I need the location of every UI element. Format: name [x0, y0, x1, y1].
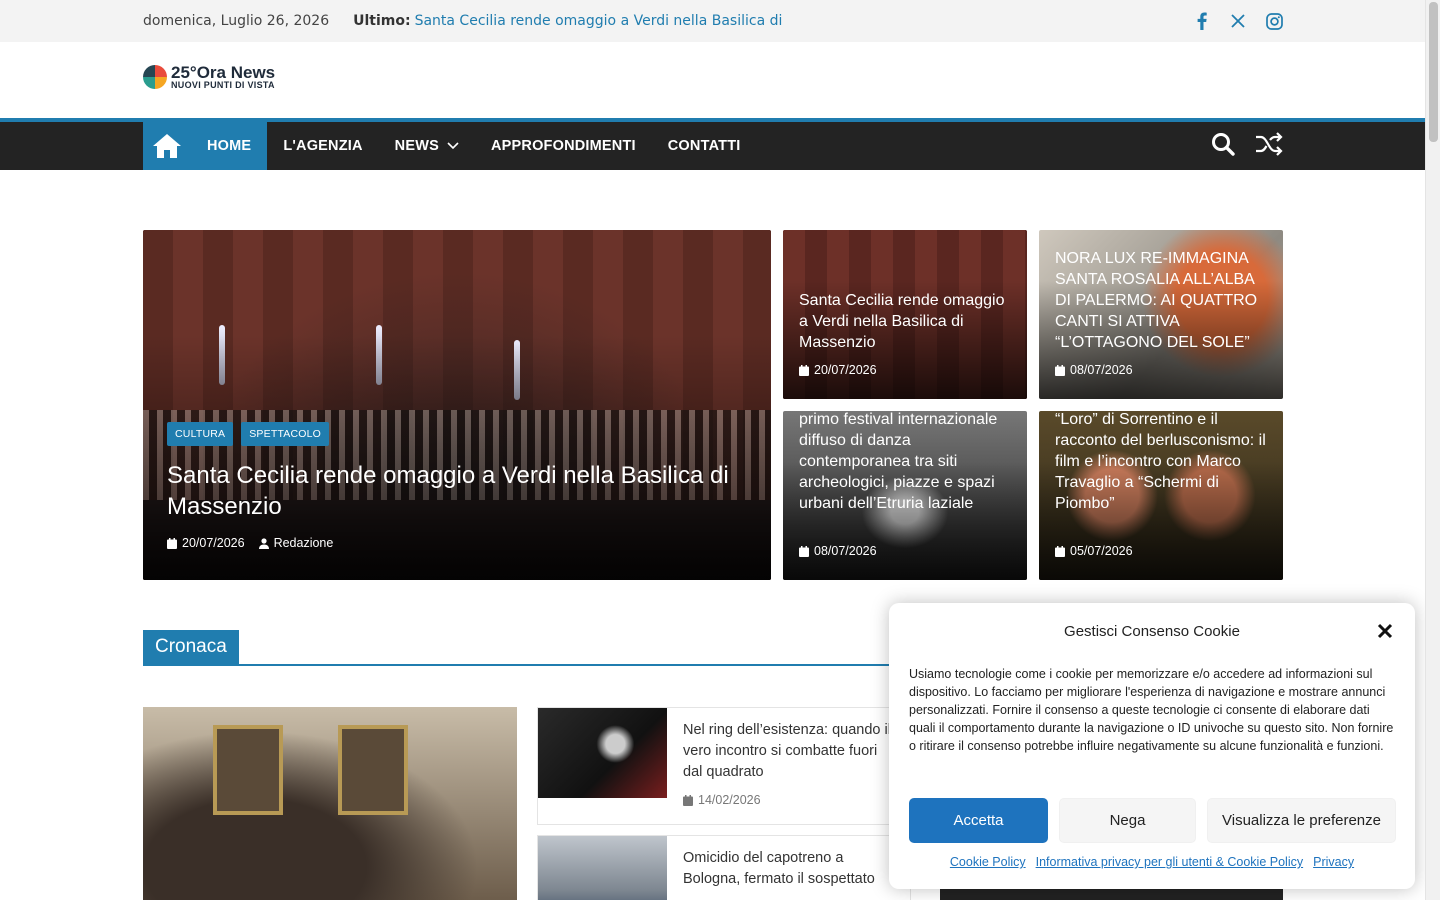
nav-item-agenzia[interactable]: L'AGENZIA	[267, 122, 378, 170]
featured-small-date[interactable]: 05/07/2026	[1070, 544, 1133, 558]
social-links	[1193, 11, 1283, 31]
featured-small-meta: 05/07/2026	[1055, 544, 1133, 558]
featured-small-card[interactable]: NORA LUX RE-IMMAGINA SANTA ROSALIA ALL’A…	[1039, 230, 1283, 399]
list-item-title[interactable]: Nel ring dell’esistenza: quando il vero …	[683, 720, 893, 783]
featured-small-card[interactable]: primo festival internazionale diffuso di…	[783, 411, 1027, 580]
image-overlay	[143, 230, 771, 580]
featured-posts: CULTURA SPETTACOLO Santa Cecilia rende o…	[143, 230, 1283, 580]
list-item-title[interactable]: Omicidio del capotreno a Bologna, fermat…	[683, 848, 893, 890]
list-item-date: 14/02/2026	[683, 793, 761, 807]
x-icon[interactable]	[1229, 11, 1247, 31]
logo-icon	[143, 65, 167, 89]
featured-main-author[interactable]: Redazione	[274, 536, 334, 550]
featured-main-card[interactable]: CULTURA SPETTACOLO Santa Cecilia rende o…	[143, 230, 771, 580]
site-logo[interactable]: 25°Ora News NUOVI PUNTI DI VISTA	[143, 64, 275, 90]
date-meta: 05/07/2026	[1055, 544, 1133, 558]
vertical-scrollbar[interactable]	[1425, 0, 1440, 900]
featured-main-date[interactable]: 20/07/2026	[182, 536, 245, 550]
nav-item-home[interactable]: HOME	[191, 122, 268, 170]
section-title[interactable]: Cronaca	[143, 630, 239, 664]
deny-button[interactable]: Nega	[1059, 798, 1196, 843]
logo-title: 25°Ora News	[171, 63, 276, 82]
painting-frame	[213, 725, 283, 815]
shuffle-icon[interactable]	[1255, 132, 1283, 160]
featured-small-meta: 20/07/2026	[799, 363, 877, 377]
search-icon[interactable]	[1211, 132, 1235, 160]
calendar-icon	[683, 794, 693, 806]
page: domenica, Luglio 26, 2026 Ultimo: Santa …	[0, 0, 1425, 900]
calendar-icon	[1055, 364, 1065, 376]
accept-button[interactable]: Accetta	[909, 798, 1048, 843]
site-header: 25°Ora News NUOVI PUNTI DI VISTA	[0, 42, 1425, 118]
category-tags: CULTURA SPETTACOLO	[167, 422, 330, 446]
list-item-date-text[interactable]: 14/02/2026	[698, 793, 761, 807]
nav-item-news-label: NEWS	[394, 138, 439, 154]
cookie-links: Cookie Policy Informativa privacy per gl…	[889, 855, 1415, 869]
featured-small-title[interactable]: Santa Cecilia rende omaggio a Verdi nell…	[799, 290, 1015, 353]
nav-item-news[interactable]: NEWS	[379, 122, 475, 170]
user-icon	[258, 537, 269, 549]
privacy-cookie-policy-link[interactable]: Informativa privacy per gli utenti & Coo…	[1036, 855, 1303, 869]
scrollbar-thumb[interactable]	[1429, 2, 1438, 142]
top-bar: domenica, Luglio 26, 2026 Ultimo: Santa …	[0, 0, 1425, 42]
calendar-icon	[1055, 545, 1065, 557]
current-date: domenica, Luglio 26, 2026	[143, 13, 330, 29]
main-nav: HOME L'AGENZIA NEWS APPROFONDIMENTI CONT…	[0, 118, 1425, 170]
tag-cultura[interactable]: CULTURA	[167, 422, 234, 446]
nav-item-approfondimenti[interactable]: APPROFONDIMENTI	[475, 122, 652, 170]
latest-label: Ultimo:	[353, 13, 411, 29]
latest-news-link[interactable]: Santa Cecilia rende omaggio a Verdi nell…	[415, 13, 783, 29]
featured-small-card[interactable]: Santa Cecilia rende omaggio a Verdi nell…	[783, 230, 1027, 399]
date-meta: 08/07/2026	[1055, 363, 1133, 377]
painting-frame	[338, 725, 408, 815]
featured-main-meta: 20/07/2026 Redazione	[167, 536, 333, 550]
cookie-dialog-body: Usiamo tecnologie come i cookie per memo…	[909, 667, 1394, 753]
chevron-down-icon	[447, 142, 459, 150]
date-meta: 20/07/2026	[799, 363, 877, 377]
featured-small-meta: 08/07/2026	[1055, 363, 1133, 377]
home-icon-button[interactable]	[143, 122, 191, 170]
list-item[interactable]: Nel ring dell’esistenza: quando il vero …	[537, 707, 911, 825]
featured-small-date[interactable]: 08/07/2026	[1070, 363, 1133, 377]
featured-small-title[interactable]: “Loro” di Sorrentino e il racconto del b…	[1055, 411, 1271, 514]
preferences-button[interactable]: Visualizza le preferenze	[1207, 798, 1396, 843]
cookie-buttons: Accetta Nega Visualizza le preferenze	[909, 798, 1396, 843]
instagram-icon[interactable]	[1265, 11, 1283, 31]
cookie-consent-dialog: Gestisci Consenso Cookie Usiamo tecnolog…	[889, 603, 1415, 889]
cookie-policy-link[interactable]: Cookie Policy	[950, 855, 1026, 869]
featured-small-card[interactable]: “Loro” di Sorrentino e il racconto del b…	[1039, 411, 1283, 580]
privacy-link[interactable]: Privacy	[1313, 855, 1354, 869]
logo-subtitle: NUOVI PUNTI DI VISTA	[171, 80, 275, 90]
author-meta: Redazione	[258, 536, 334, 550]
featured-small-date[interactable]: 20/07/2026	[814, 363, 877, 377]
date-meta: 20/07/2026	[167, 536, 245, 550]
tag-spettacolo[interactable]: SPETTACOLO	[241, 422, 330, 446]
cookie-dialog-title: Gestisci Consenso Cookie	[1064, 623, 1240, 640]
calendar-icon	[799, 364, 809, 376]
list-item-thumbnail[interactable]	[538, 836, 667, 900]
featured-main-title[interactable]: Santa Cecilia rende omaggio a Verdi nell…	[167, 460, 757, 522]
calendar-icon	[799, 545, 809, 557]
facebook-icon[interactable]	[1193, 11, 1211, 31]
cronaca-main-image[interactable]	[143, 707, 517, 900]
featured-small-meta: 08/07/2026	[799, 544, 877, 558]
list-item[interactable]: Omicidio del capotreno a Bologna, fermat…	[537, 835, 911, 900]
close-icon[interactable]	[1375, 621, 1395, 641]
nav-item-contatti[interactable]: CONTATTI	[652, 122, 757, 170]
home-icon	[153, 134, 181, 158]
list-item-thumbnail[interactable]	[538, 708, 667, 798]
date-meta: 08/07/2026	[799, 544, 877, 558]
featured-small-date[interactable]: 08/07/2026	[814, 544, 877, 558]
calendar-icon	[167, 537, 177, 549]
featured-small-title[interactable]: primo festival internazionale diffuso di…	[799, 411, 1015, 514]
featured-small-title[interactable]: NORA LUX RE-IMMAGINA SANTA ROSALIA ALL’A…	[1055, 248, 1271, 353]
